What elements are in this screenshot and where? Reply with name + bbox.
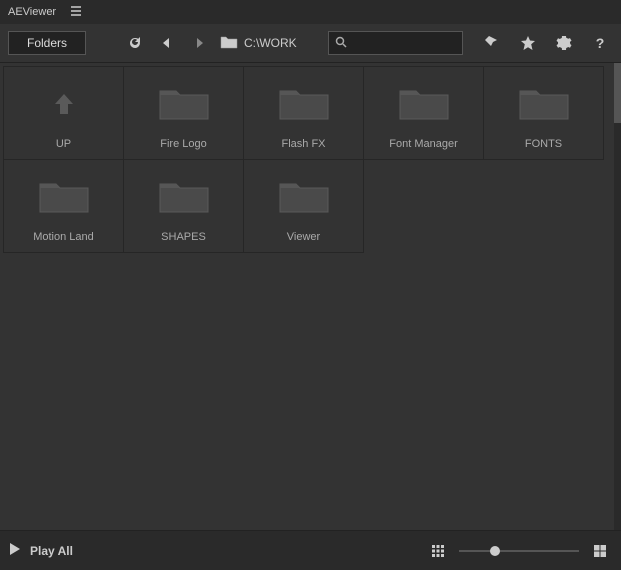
search-input[interactable] — [328, 31, 463, 55]
titlebar: AEViewer — [0, 0, 621, 24]
scrollbar[interactable] — [614, 63, 621, 530]
folder-font-manager[interactable]: Font Manager — [363, 66, 484, 160]
folder-icon — [518, 76, 570, 132]
item-label: Fire Logo — [160, 138, 206, 150]
folder-shapes[interactable]: SHAPES — [123, 159, 244, 253]
play-all-button[interactable]: Play All — [10, 543, 73, 558]
folder-viewer[interactable]: Viewer — [243, 159, 364, 253]
folder-icon — [158, 76, 210, 132]
item-label: FONTS — [525, 138, 562, 150]
back-icon[interactable] — [156, 32, 178, 54]
scrollbar-thumb[interactable] — [614, 63, 621, 123]
folder-grid: UP Fire Logo Flash FX Font Manager FONTS — [0, 63, 614, 530]
breadcrumb[interactable]: C:\WORK — [220, 34, 297, 53]
current-path: C:\WORK — [244, 36, 297, 50]
panel-menu-icon[interactable] — [70, 5, 82, 19]
item-label: UP — [56, 138, 71, 150]
folder-motion-land[interactable]: Motion Land — [3, 159, 124, 253]
folder-fire-logo[interactable]: Fire Logo — [123, 66, 244, 160]
settings-icon[interactable] — [553, 32, 575, 54]
svg-text:?: ? — [596, 35, 605, 51]
item-label: Viewer — [287, 231, 320, 243]
app-title: AEViewer — [8, 6, 56, 18]
view-large-icon[interactable] — [589, 540, 611, 562]
play-all-label: Play All — [30, 544, 73, 558]
folders-button[interactable]: Folders — [8, 31, 86, 55]
help-icon[interactable]: ? — [589, 32, 611, 54]
search-icon — [335, 36, 347, 51]
folder-flash-fx[interactable]: Flash FX — [243, 66, 364, 160]
up-arrow-icon — [51, 76, 77, 132]
view-small-icon[interactable] — [427, 540, 449, 562]
content-area: UP Fire Logo Flash FX Font Manager FONTS — [0, 62, 621, 530]
item-label: Font Manager — [389, 138, 457, 150]
search-field[interactable] — [353, 36, 456, 50]
item-label: SHAPES — [161, 231, 206, 243]
zoom-slider-knob[interactable] — [490, 546, 500, 556]
footer: Play All — [0, 530, 621, 570]
folder-fonts[interactable]: FONTS — [483, 66, 604, 160]
toolbar: Folders C:\WORK ? — [0, 24, 621, 62]
item-label: Flash FX — [281, 138, 325, 150]
folder-icon — [158, 169, 210, 225]
folder-icon — [398, 76, 450, 132]
up-folder[interactable]: UP — [3, 66, 124, 160]
folder-icon — [220, 34, 238, 53]
folder-icon — [278, 76, 330, 132]
forward-icon[interactable] — [188, 32, 210, 54]
folder-icon — [38, 169, 90, 225]
zoom-slider[interactable] — [459, 550, 579, 552]
play-icon — [10, 543, 20, 558]
favorite-icon[interactable] — [517, 32, 539, 54]
refresh-icon[interactable] — [124, 32, 146, 54]
item-label: Motion Land — [33, 231, 94, 243]
tag-icon[interactable] — [481, 32, 503, 54]
folder-icon — [278, 169, 330, 225]
